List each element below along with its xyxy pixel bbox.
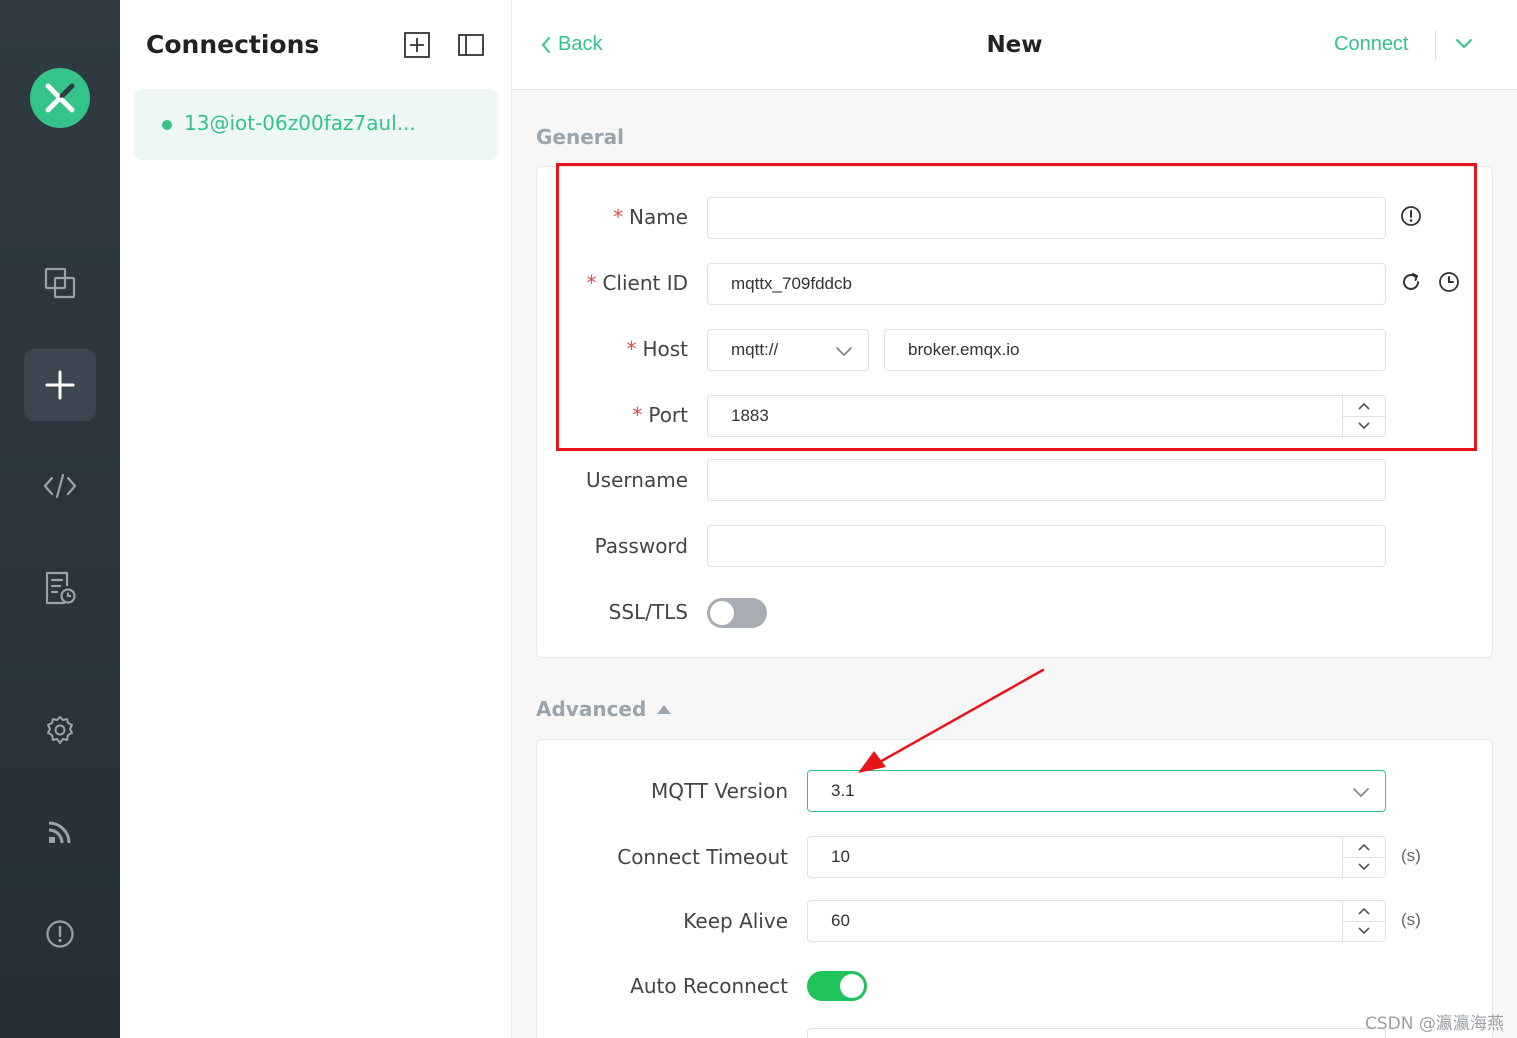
sidebar-layout-icon (458, 34, 484, 56)
keep-alive-stepper (1342, 901, 1385, 941)
connections-panel: Connections 13@iot-06z00faz7aul... (120, 0, 512, 1038)
copy-icon (44, 267, 76, 299)
advanced-heading-text: Advanced (536, 697, 647, 721)
general-heading-text: General (536, 125, 624, 149)
plus-square-icon (404, 32, 430, 58)
header-divider (1435, 30, 1436, 60)
mqttx-logo-icon (30, 68, 90, 128)
timeout-decrement-button[interactable] (1343, 858, 1385, 878)
chevron-down-icon (1358, 422, 1370, 430)
rss-icon (48, 821, 71, 844)
protocol-value: mqtt:// (731, 340, 779, 359)
connect-options-button[interactable] (1452, 32, 1476, 61)
toggle-layout-button[interactable] (457, 31, 485, 59)
port-decrement-button[interactable] (1343, 417, 1385, 437)
chevron-down-icon (836, 347, 852, 356)
connection-status-dot (162, 120, 172, 130)
port-increment-button[interactable] (1343, 396, 1385, 417)
auto-reconnect-toggle[interactable] (807, 971, 867, 1001)
code-icon (43, 473, 77, 499)
password-label: Password (594, 534, 688, 558)
sidebar-item-feed[interactable] (24, 796, 96, 868)
chevron-up-icon (1358, 843, 1370, 851)
connect-button[interactable]: Connect (1334, 33, 1409, 56)
mqtt-version-label: MQTT Version (651, 779, 788, 803)
chevron-up-icon (1358, 402, 1370, 410)
keep-alive-value: 60 (831, 911, 850, 930)
new-connection-button[interactable] (403, 31, 431, 59)
connect-timeout-stepper (1342, 837, 1385, 877)
connections-title: Connections (146, 30, 320, 59)
sidebar-item-connections[interactable] (24, 247, 96, 319)
port-input[interactable]: 1883 (707, 395, 1386, 437)
mqtt-version-value: 3.1 (831, 781, 855, 800)
log-icon (45, 571, 76, 605)
port-value: 1883 (731, 406, 769, 425)
connect-timeout-value: 10 (831, 847, 850, 866)
port-label: * Port (632, 403, 688, 427)
toggle-knob (710, 601, 734, 625)
chevron-up-icon (1358, 907, 1370, 915)
chevron-down-icon (1456, 39, 1472, 48)
keep-alive-label: Keep Alive (683, 909, 788, 933)
clock-icon[interactable] (1438, 271, 1460, 293)
client-id-input[interactable]: mqttx_709fddcb (707, 263, 1386, 305)
timeout-increment-button[interactable] (1343, 837, 1385, 858)
username-input[interactable] (707, 459, 1386, 501)
keep-alive-increment-button[interactable] (1343, 901, 1385, 922)
sidebar-item-settings[interactable] (24, 694, 96, 766)
host-label: * Host (626, 337, 688, 361)
sidebar-item-about[interactable] (24, 898, 96, 970)
ssl-label: SSL/TLS (608, 600, 688, 624)
username-label: Username (586, 468, 688, 492)
connect-timeout-unit: (s) (1401, 846, 1421, 865)
app-sidebar (0, 0, 120, 1038)
ssl-toggle[interactable] (707, 598, 767, 628)
page-header: Back New Connect (512, 0, 1517, 90)
connection-name: 13@iot-06z00faz7aul... (184, 111, 416, 135)
next-field-input[interactable] (807, 1028, 1386, 1038)
refresh-icon[interactable] (1400, 271, 1422, 293)
info-circle-icon[interactable] (1400, 205, 1422, 227)
protocol-select[interactable]: mqtt:// (707, 329, 869, 371)
chevron-down-icon (1358, 863, 1370, 871)
chevron-down-icon (1353, 788, 1369, 797)
name-input[interactable] (707, 197, 1386, 239)
port-stepper (1342, 396, 1385, 436)
chevron-down-icon (1358, 927, 1370, 935)
general-section-heading: General (536, 125, 624, 149)
connection-list-item[interactable]: 13@iot-06z00faz7aul... (134, 89, 498, 160)
caret-up-icon (657, 705, 672, 714)
keep-alive-input[interactable]: 60 (807, 900, 1386, 942)
toggle-knob (840, 974, 864, 998)
info-icon (46, 920, 74, 948)
sidebar-item-new-connection[interactable] (24, 349, 96, 421)
plus-icon (45, 370, 75, 400)
annotation-arrow-icon (858, 668, 1045, 773)
auto-reconnect-label: Auto Reconnect (630, 974, 788, 998)
host-input[interactable]: broker.emqx.io (884, 329, 1386, 371)
password-input[interactable] (707, 525, 1386, 567)
advanced-section-heading[interactable]: Advanced (536, 697, 672, 721)
connect-timeout-label: Connect Timeout (617, 845, 788, 869)
sidebar-item-script[interactable] (24, 450, 96, 522)
watermark: CSDN @瀛瀛海燕 (1365, 1014, 1504, 1034)
keep-alive-unit: (s) (1401, 910, 1421, 929)
client-id-label: * Client ID (586, 271, 688, 295)
connect-timeout-input[interactable]: 10 (807, 836, 1386, 878)
name-label: * Name (612, 205, 688, 229)
keep-alive-decrement-button[interactable] (1343, 922, 1385, 942)
gear-icon (47, 716, 73, 744)
sidebar-item-log[interactable] (24, 552, 96, 624)
